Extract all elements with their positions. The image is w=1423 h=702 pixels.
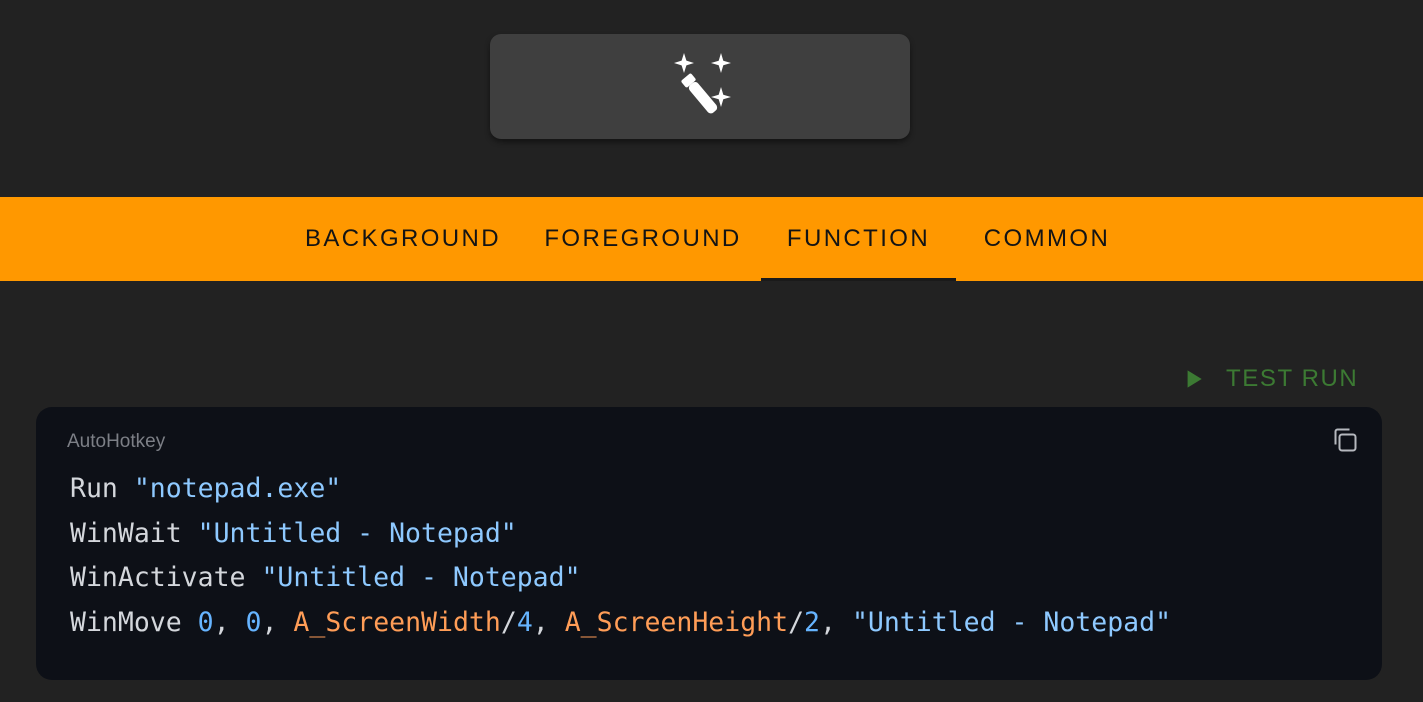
tab-function[interactable]: FUNCTION: [761, 197, 956, 281]
test-run-label: TEST RUN: [1226, 365, 1359, 392]
tab-common[interactable]: COMMON: [966, 197, 1128, 281]
code-line: Run "notepad.exe": [70, 473, 342, 504]
copy-icon: [1334, 428, 1357, 452]
test-run-button[interactable]: TEST RUN: [1180, 358, 1358, 400]
play-icon: [1187, 370, 1202, 388]
tab-bar: BACKGROUND FOREGROUND FUNCTION COMMON: [0, 197, 1423, 281]
code-line: WinWait "Untitled - Notepad": [70, 517, 517, 549]
tab-foreground[interactable]: FOREGROUND: [534, 197, 752, 281]
code-language-label: AutoHotkey: [67, 431, 166, 452]
magic-wand-icon: [674, 52, 731, 113]
code-content: Run "notepad.exe" WinWait "Untitled - No…: [70, 467, 1171, 646]
copy-button[interactable]: [1330, 425, 1360, 455]
tab-background[interactable]: BACKGROUND: [296, 197, 510, 281]
code-block: AutoHotkey Run "notepad.exe" WinWait "Un…: [36, 407, 1382, 680]
code-line: WinMove 0, 0, A_ScreenWidth/4, A_ScreenH…: [70, 607, 1172, 639]
magic-wand-button[interactable]: [490, 34, 910, 139]
code-line: WinActivate "Untitled - Notepad": [70, 562, 581, 594]
